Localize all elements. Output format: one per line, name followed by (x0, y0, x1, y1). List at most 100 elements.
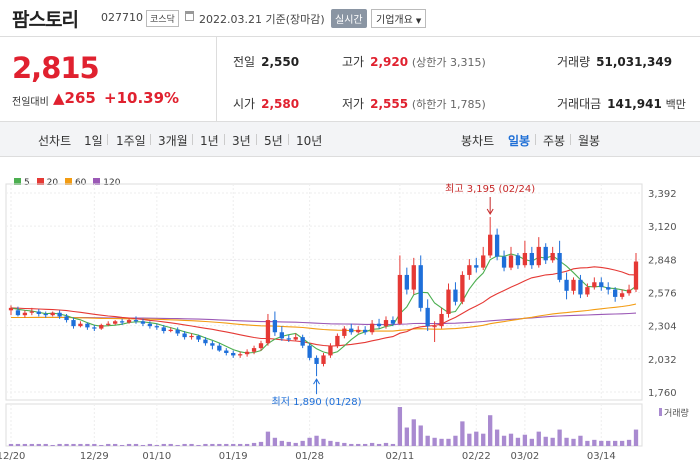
y-tick-label: 2,848 (648, 255, 677, 266)
candle-body (293, 337, 298, 340)
candle-body (154, 326, 159, 328)
candle-body (265, 320, 271, 344)
volume-bar (238, 443, 243, 446)
candle-body (36, 311, 41, 314)
volume-bar (251, 442, 257, 446)
candle-body (453, 289, 458, 302)
high-annotation: 최고 3,195 (02/24) (445, 183, 535, 195)
volume-bar (119, 444, 125, 446)
candle-body (50, 312, 55, 316)
y-tick-label: 3,120 (648, 222, 677, 233)
y-tick-label: 3,392 (648, 189, 677, 200)
volume-bar (307, 437, 312, 446)
low-annotation: 최저 1,890 (01/28) (272, 396, 362, 408)
candle-body (369, 323, 375, 333)
candle-body (467, 265, 472, 275)
candle-body (613, 289, 618, 297)
candle-body (126, 320, 132, 323)
volume-bar (57, 443, 62, 446)
volume-bar (494, 429, 500, 446)
candle-body (501, 256, 507, 268)
x-tick-label: 03/14 (587, 451, 616, 462)
candle-body (133, 320, 139, 322)
candle-body (543, 246, 548, 261)
candle-body (161, 327, 166, 332)
volume-bar (633, 429, 639, 446)
candle-body (71, 320, 76, 327)
candle-body (92, 327, 97, 329)
volume-bar (217, 443, 222, 446)
candle-body (397, 274, 403, 324)
volume-bar (335, 441, 340, 446)
candle-body (356, 329, 361, 333)
volume-bar (474, 431, 479, 446)
candle-body (460, 274, 465, 302)
candle-body (474, 265, 479, 268)
candle-body (99, 324, 104, 329)
volume-bar (383, 442, 389, 446)
volume-bar (43, 443, 48, 446)
candle-body (175, 329, 180, 334)
x-tick-label: 03/02 (510, 451, 539, 462)
candle-body (85, 323, 90, 328)
candle-body (119, 321, 125, 323)
volume-bar (390, 443, 396, 446)
candle-body (439, 313, 444, 327)
volume-bar (293, 442, 298, 446)
volume-bar (8, 443, 14, 446)
candle-body (106, 323, 111, 325)
candle-body (599, 282, 604, 288)
volume-bar (619, 440, 625, 446)
volume-bar (92, 443, 97, 446)
candlestick-chart: 3,392 3,120 2,848 2,576 2,304 2,032 1,760 12/20… (0, 183, 689, 462)
candle-body (279, 332, 284, 339)
candle-body (585, 287, 590, 295)
volume-bar (363, 443, 368, 446)
volume-bar (210, 443, 215, 446)
volume-bar (425, 435, 430, 446)
candle-body (272, 320, 278, 333)
volume-bar (578, 435, 583, 446)
volume-bar (481, 433, 486, 446)
volume-bar (536, 431, 541, 446)
candle-body (592, 282, 597, 288)
candle-body (210, 343, 215, 346)
candle-body (231, 352, 236, 356)
volume-bar (258, 441, 264, 446)
candle-body (286, 338, 291, 340)
candle-body (168, 329, 173, 332)
candle-body (578, 279, 583, 295)
volume-bar (467, 433, 472, 446)
volume-bar (314, 435, 319, 446)
candle-body (203, 339, 208, 344)
volume-bar (78, 443, 83, 446)
volume-bar (168, 443, 173, 446)
volume-bar (64, 443, 69, 446)
volume-bar (286, 441, 291, 446)
volume-bar (244, 443, 250, 446)
candle-body (425, 307, 430, 327)
candle-body (619, 293, 625, 297)
volume-bar (85, 443, 90, 446)
volume-bar (113, 443, 118, 446)
candle-body (147, 323, 153, 327)
candle-body (626, 289, 632, 294)
y-tick-label: 1,760 (648, 388, 677, 399)
x-tick-label: 02/11 (385, 451, 414, 462)
volume-bar (529, 438, 534, 446)
candle-body (376, 323, 382, 327)
candle-body (383, 320, 389, 327)
candle-body (196, 335, 201, 340)
volume-bar (564, 437, 569, 446)
volume-bar (106, 443, 111, 446)
candle-body (43, 313, 48, 316)
volume-bar (592, 439, 597, 446)
y-tick-label: 2,032 (648, 355, 677, 366)
candle-body (363, 329, 368, 333)
candle-body (633, 261, 639, 290)
volume-bar (71, 443, 76, 446)
volume-bar (404, 427, 409, 446)
volume-bar (376, 443, 382, 446)
volume-bar (557, 429, 562, 446)
candle-body (29, 311, 34, 313)
